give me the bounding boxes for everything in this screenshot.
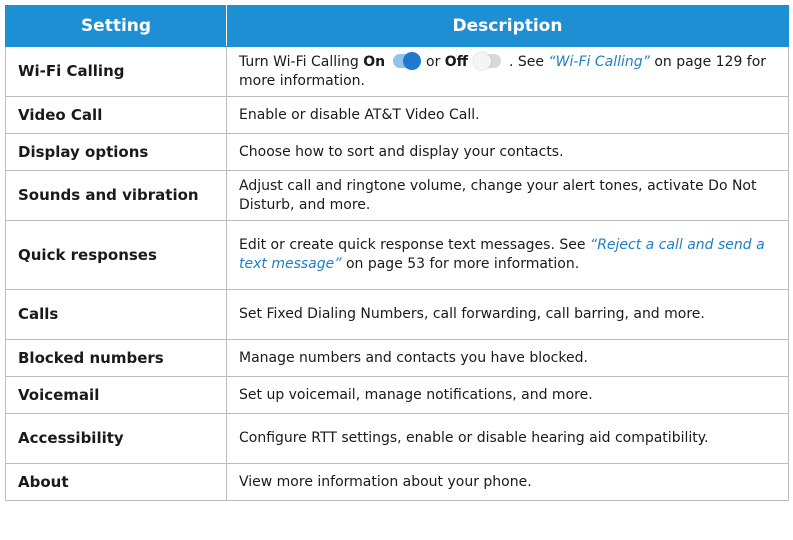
header-setting: Setting [5, 5, 227, 47]
setting-name: About [5, 463, 227, 501]
table-row: Voicemail Set up voicemail, manage notif… [5, 376, 789, 414]
toggle-on-icon [392, 51, 421, 70]
setting-name: Wi-Fi Calling [5, 46, 227, 97]
setting-name: Quick responses [5, 220, 227, 290]
table-row: Sounds and vibration Adjust call and rin… [5, 170, 789, 221]
settings-table: Setting Description Wi-Fi Calling Turn W… [5, 5, 789, 501]
setting-name: Blocked numbers [5, 339, 227, 377]
setting-name: Video Call [5, 96, 227, 134]
setting-description: Configure RTT settings, enable or disabl… [226, 413, 789, 464]
table-header-row: Setting Description [5, 5, 789, 47]
setting-description: Enable or disable AT&T Video Call. [226, 96, 789, 134]
setting-description: Choose how to sort and display your cont… [226, 133, 789, 171]
table-row: About View more information about your p… [5, 463, 789, 501]
setting-name: Voicemail [5, 376, 227, 414]
table-row: Display options Choose how to sort and d… [5, 133, 789, 171]
setting-description: Edit or create quick response text messa… [226, 220, 789, 290]
table-row: Calls Set Fixed Dialing Numbers, call fo… [5, 289, 789, 340]
cross-reference-link[interactable]: “Wi-Fi Calling” [548, 54, 649, 70]
setting-name: Display options [5, 133, 227, 171]
setting-description: Manage numbers and contacts you have blo… [226, 339, 789, 377]
setting-name: Accessibility [5, 413, 227, 464]
table-row: Blocked numbers Manage numbers and conta… [5, 339, 789, 377]
setting-name: Sounds and vibration [5, 170, 227, 221]
table-row: Accessibility Configure RTT settings, en… [5, 413, 789, 464]
setting-description: Adjust call and ringtone volume, change … [226, 170, 789, 221]
off-label: Off [444, 53, 469, 70]
on-label: On [363, 53, 386, 70]
table-row: Video Call Enable or disable AT&T Video … [5, 96, 789, 134]
setting-description: Set Fixed Dialing Numbers, call forwardi… [226, 289, 789, 340]
setting-description: View more information about your phone. [226, 463, 789, 501]
toggle-off-icon [473, 51, 502, 70]
header-description: Description [226, 5, 789, 47]
setting-description: Turn Wi-Fi Calling On or Off . See “Wi-F… [226, 46, 789, 97]
table-row: Wi-Fi Calling Turn Wi-Fi Calling On or O… [5, 46, 789, 97]
setting-description: Set up voicemail, manage notifications, … [226, 376, 789, 414]
setting-name: Calls [5, 289, 227, 340]
table-row: Quick responses Edit or create quick res… [5, 220, 789, 290]
